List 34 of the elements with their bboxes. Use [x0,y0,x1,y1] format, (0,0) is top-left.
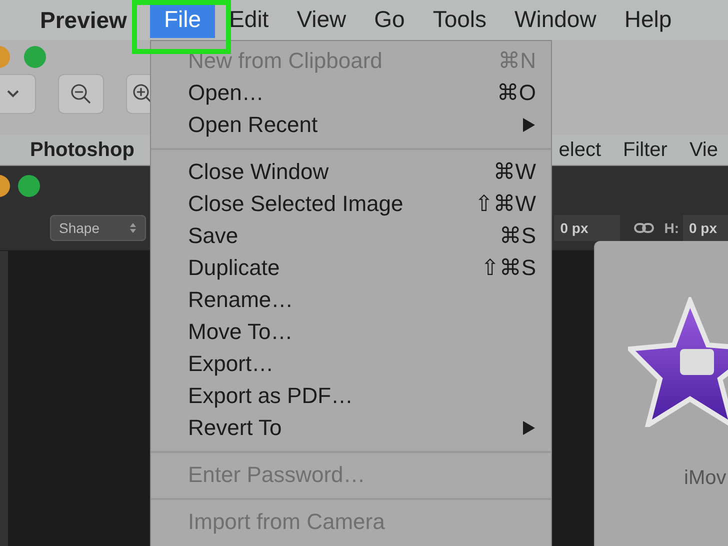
menu-bar-item[interactable]: Edit [215,0,283,38]
menu-bar-item[interactable]: Help [610,0,686,38]
width-field[interactable]: 0 px [554,215,620,241]
menu-item[interactable]: Duplicate ⇧⌘S [151,252,551,284]
height-field[interactable]: 0 px [683,215,728,241]
link-icon [634,222,654,234]
menu-item[interactable]: Open… ⌘O [151,77,551,109]
menu-item[interactable]: Save ⌘S [151,220,551,252]
menu-item[interactable]: Open Recent [151,109,551,141]
app-menu-title[interactable]: Photoshop [30,138,134,162]
menu-item[interactable]: Move To… [151,316,551,348]
menu-bar-item[interactable]: Window [500,0,610,38]
updown-icon [129,222,137,234]
menu-item[interactable]: Export as PDF… [151,380,551,412]
shape-mode-select[interactable]: Shape [50,215,146,241]
app-name: iMov [684,467,728,490]
menu-item[interactable]: Close Selected Image ⇧⌘W [151,188,551,220]
zoom-out-icon [69,82,93,106]
app-menu-title[interactable]: Preview [40,0,150,40]
chevron-icon [6,89,20,99]
menu-bar-item[interactable]: Filter [623,138,668,162]
menu-item[interactable]: Rename… [151,284,551,316]
menu-item[interactable]: Export… [151,348,551,380]
menu-bar-item[interactable]: Vie [689,138,718,162]
menu-bar-item[interactable]: Tools [418,0,501,38]
zoom-out-button[interactable] [58,74,104,114]
menu-bar-item[interactable]: View [282,0,360,38]
menu-bar-item[interactable]: elect [558,138,601,162]
menu-item[interactable]: Revert To [151,412,551,444]
menu-item[interactable]: Close Window ⌘W [151,156,551,188]
star-icon [628,297,728,427]
zoom-button[interactable] [18,175,40,197]
height-label: H: [664,220,679,236]
menu-bar-item[interactable]: Go [360,0,419,38]
